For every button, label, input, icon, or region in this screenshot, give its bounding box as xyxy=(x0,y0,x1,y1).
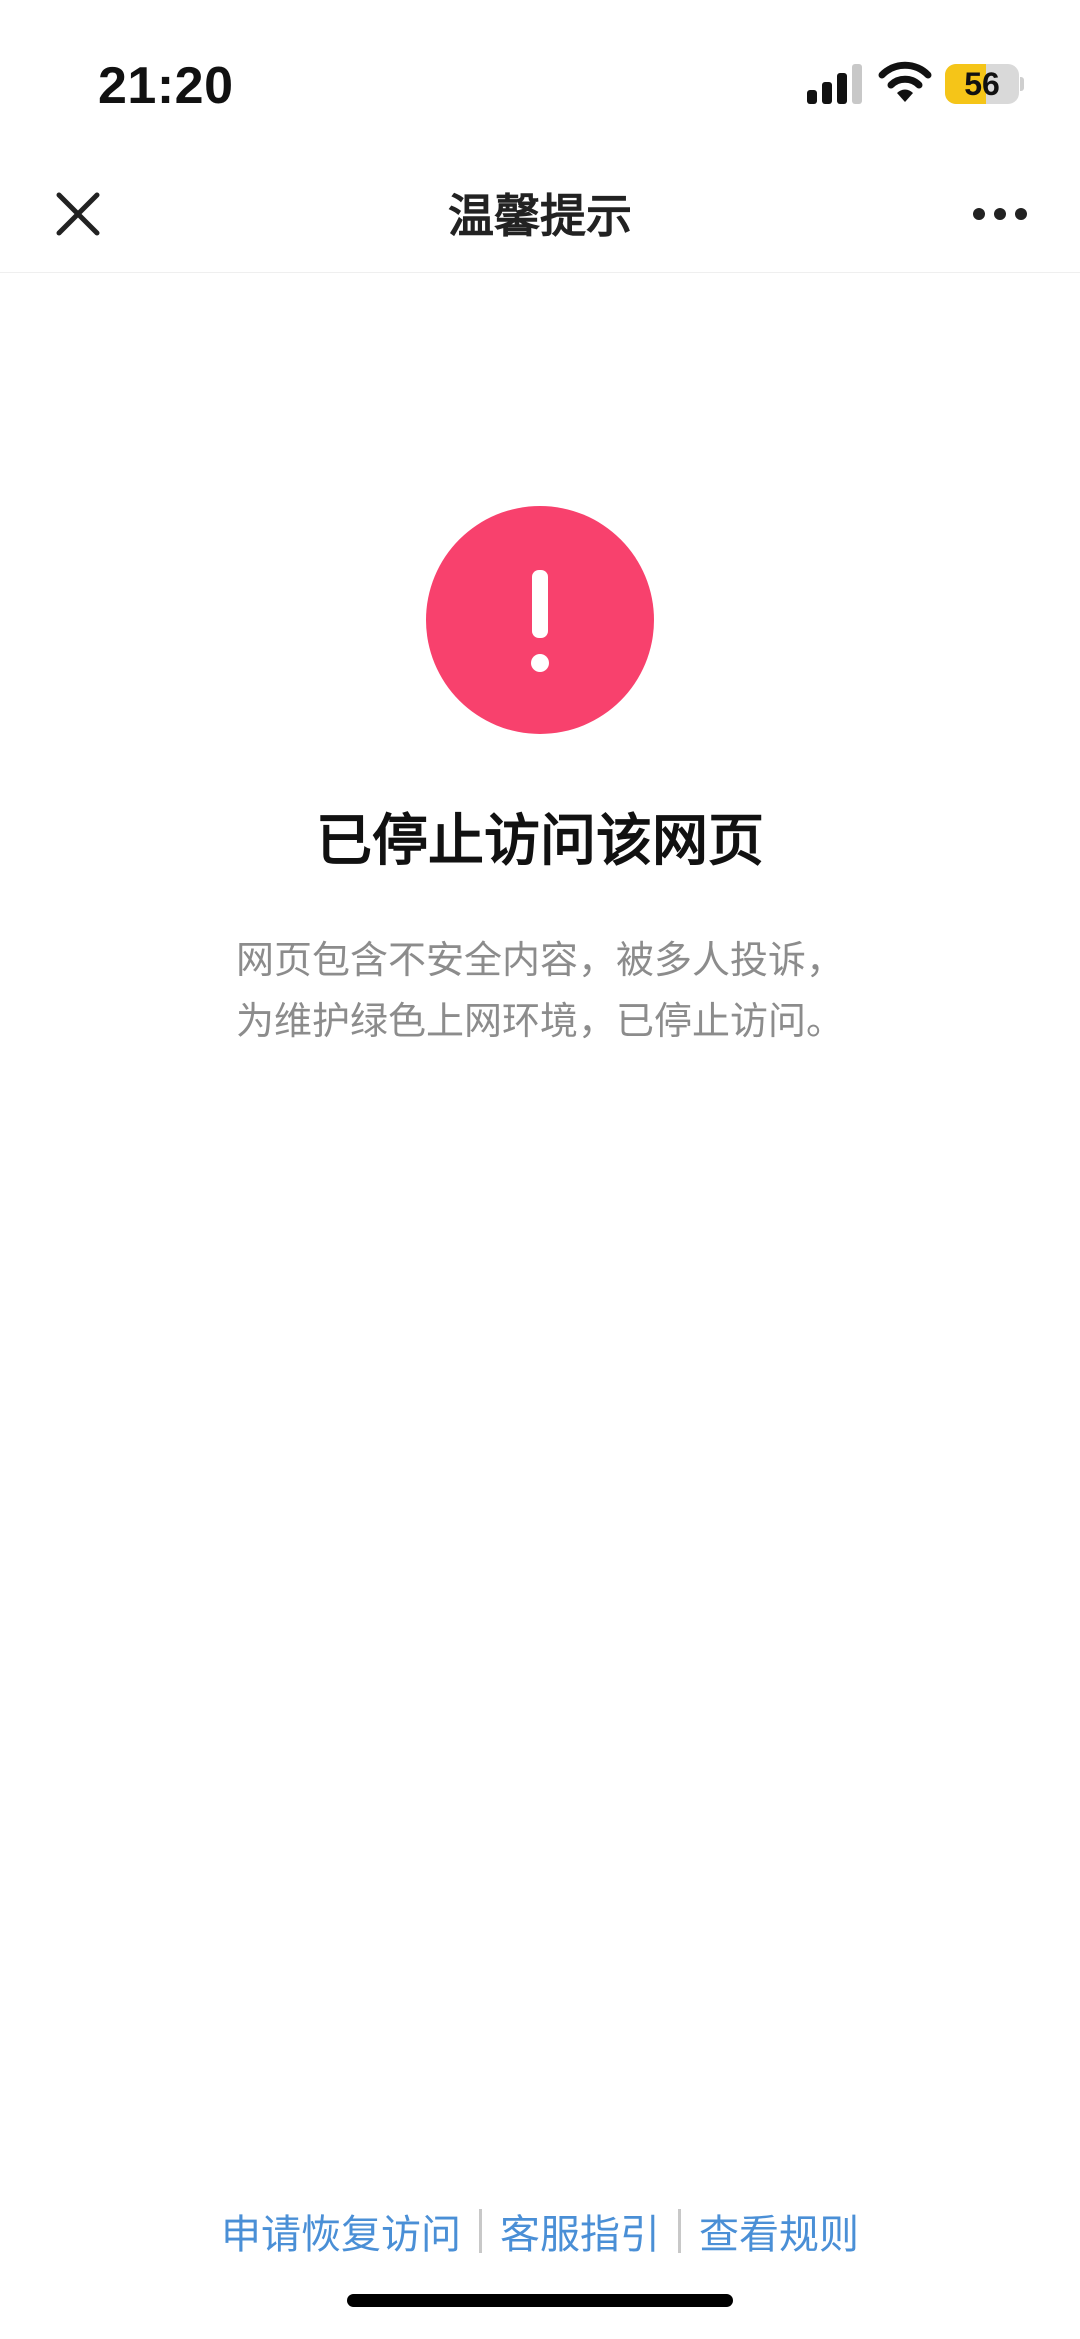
battery-cap xyxy=(1020,77,1024,91)
request-restore-access-link[interactable]: 申请恢复访问 xyxy=(221,2202,461,2260)
signal-bars-icon xyxy=(807,64,862,104)
wifi-icon xyxy=(878,61,932,102)
more-button[interactable] xyxy=(960,178,1040,250)
home-indicator xyxy=(347,2294,733,2307)
customer-service-guide-link[interactable]: 客服指引 xyxy=(500,2202,660,2260)
description: 网页包含不安全内容，被多人投诉， 为维护绿色上网环境，已停止访问。 xyxy=(140,930,940,1052)
footer-divider xyxy=(479,2209,482,2253)
exclamation-icon-dot xyxy=(531,654,549,672)
status-time: 21:20 xyxy=(98,57,234,115)
close-icon xyxy=(56,192,100,236)
page: 21:20 56 温馨提示 已停止访问该网页 网页包含不安全内容，被多人投诉， … xyxy=(0,0,1080,2339)
footer-divider xyxy=(678,2209,681,2253)
description-line: 为维护绿色上网环境，已停止访问。 xyxy=(235,999,844,1043)
nav-bar: 温馨提示 xyxy=(0,160,1080,273)
exclamation-icon-bar xyxy=(532,570,548,638)
description-line: 网页包含不安全内容，被多人投诉， xyxy=(235,938,844,982)
battery-level: 56 xyxy=(964,66,1000,102)
footer-links: 申请恢复访问 客服指引 查看规则 xyxy=(0,2196,1080,2266)
headline: 已停止访问该网页 xyxy=(316,809,764,874)
battery-indicator: 56 xyxy=(945,64,1024,104)
battery-body: 56 xyxy=(945,64,1019,104)
more-icon xyxy=(973,208,1027,220)
page-title: 温馨提示 xyxy=(448,189,632,243)
status-bar: 21:20 56 xyxy=(0,0,1080,160)
view-rules-link[interactable]: 查看规则 xyxy=(699,2202,859,2260)
close-button[interactable] xyxy=(42,178,114,250)
